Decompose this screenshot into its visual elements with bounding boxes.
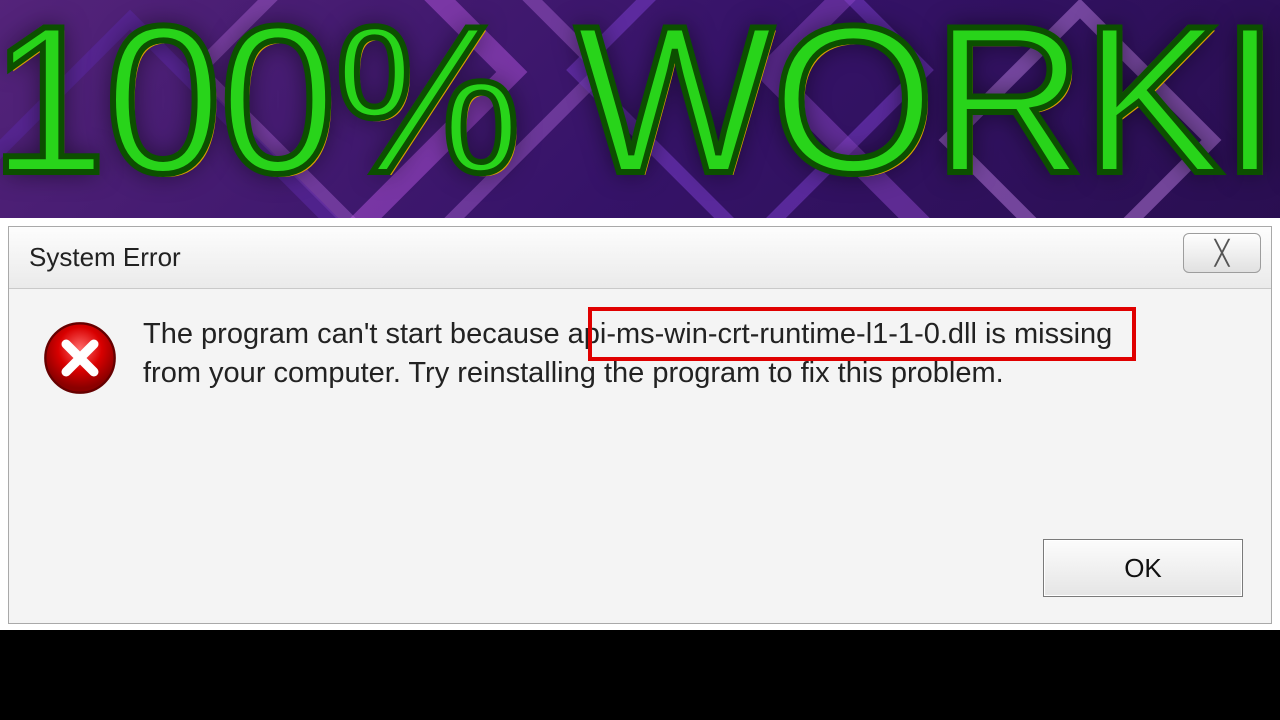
dialog-body: The program can't start because api-ms-w…: [9, 289, 1271, 527]
error-dialog: System Error ╳: [8, 226, 1272, 624]
error-icon: [43, 321, 117, 395]
error-message: The program can't start because api-ms-w…: [143, 315, 1163, 527]
ok-button[interactable]: OK: [1043, 539, 1243, 597]
decorative-diamond: [566, 0, 934, 254]
error-dialog-window: System Error ╳: [0, 218, 1280, 632]
dialog-footer: OK: [9, 527, 1271, 623]
dialog-title: System Error: [29, 242, 181, 273]
close-button[interactable]: ╳: [1183, 233, 1261, 273]
dialog-titlebar[interactable]: System Error ╳: [9, 227, 1271, 289]
bottom-letterbox: [0, 630, 1280, 720]
close-icon: ╳: [1215, 239, 1229, 268]
error-message-text: The program can't start because api-ms-w…: [143, 318, 1112, 389]
ok-button-label: OK: [1124, 553, 1162, 584]
